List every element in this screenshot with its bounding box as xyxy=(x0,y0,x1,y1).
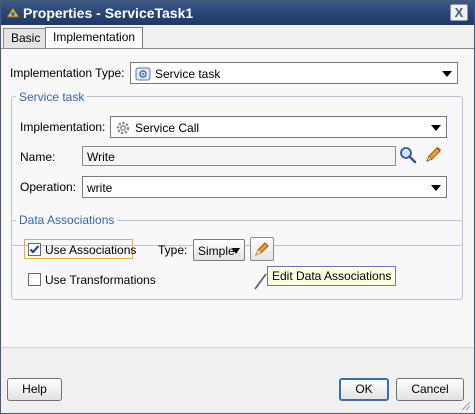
operation-select[interactable]: write xyxy=(82,176,447,198)
chevron-down-icon xyxy=(431,125,441,131)
implementation-type-value: Service task xyxy=(155,67,221,81)
chevron-down-icon xyxy=(232,248,240,254)
window-title: Properties - ServiceTask1 xyxy=(23,5,194,21)
close-icon: X xyxy=(454,5,464,20)
operation-label: Operation: xyxy=(20,180,77,194)
operation-value: write xyxy=(87,181,113,195)
resize-grip-icon[interactable] xyxy=(459,399,471,411)
implementation-label: Implementation: xyxy=(20,120,106,134)
tooltip-edit-data-associations: Edit Data Associations xyxy=(267,266,397,286)
service-task-group-title: Service task xyxy=(16,90,88,104)
gear-icon xyxy=(116,121,130,135)
properties-dialog: Properties - ServiceTask1 X Basic Implem… xyxy=(0,0,475,414)
button-bar: Help OK Cancel xyxy=(2,347,473,413)
tab-bar: Basic Implementation xyxy=(1,25,474,49)
tab-basic[interactable]: Basic xyxy=(3,28,49,49)
use-associations-checkbox[interactable] xyxy=(28,243,41,256)
type-select[interactable]: Simple xyxy=(193,239,245,261)
chevron-down-icon xyxy=(431,185,441,191)
service-task-icon xyxy=(135,67,151,81)
use-transformations-checkbox[interactable] xyxy=(28,273,41,286)
chevron-down-icon xyxy=(442,71,452,77)
name-field[interactable]: Write xyxy=(82,146,396,166)
close-button[interactable]: X xyxy=(450,4,468,21)
search-icon[interactable] xyxy=(399,146,417,164)
implementation-value: Service Call xyxy=(135,121,200,135)
implementation-panel: Implementation Type: Service task Servic… xyxy=(2,49,473,347)
name-value: Write xyxy=(87,150,115,164)
title-bar[interactable]: Properties - ServiceTask1 X xyxy=(1,1,474,25)
edit-pencil-icon[interactable] xyxy=(423,145,443,165)
implementation-select[interactable]: Service Call xyxy=(110,116,447,138)
help-button[interactable]: Help xyxy=(7,378,62,401)
implementation-type-select[interactable]: Service task xyxy=(130,62,458,84)
edit-data-associations-button[interactable] xyxy=(250,237,274,261)
use-associations-label: Use Associations xyxy=(45,243,137,257)
implementation-type-label: Implementation Type: xyxy=(10,66,125,80)
type-label: Type: xyxy=(158,243,188,257)
type-value: Simple xyxy=(198,244,235,258)
pencil-icon xyxy=(255,242,269,256)
data-associations-group-title: Data Associations xyxy=(16,213,118,227)
ok-button[interactable]: OK xyxy=(339,378,389,401)
use-transformations-label: Use Transformations xyxy=(45,273,156,287)
checkmark-icon xyxy=(29,245,40,254)
tab-implementation[interactable]: Implementation xyxy=(45,27,144,49)
name-label: Name: xyxy=(20,150,56,164)
cancel-button[interactable]: Cancel xyxy=(396,378,464,401)
app-icon xyxy=(6,7,20,18)
